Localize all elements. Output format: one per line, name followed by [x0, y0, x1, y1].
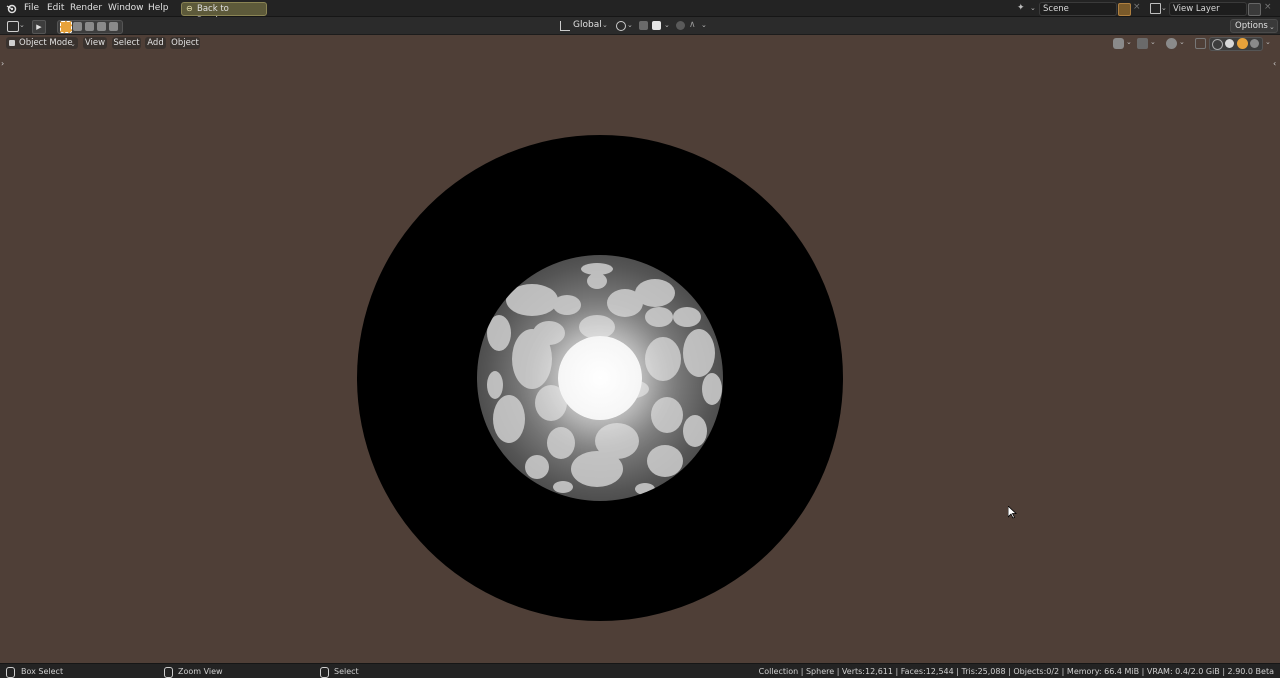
options-dropdown[interactable]: Options ⌄ [1230, 19, 1278, 33]
select-invert-icon[interactable] [97, 22, 106, 31]
right-mouse-icon [320, 667, 329, 678]
menu-window[interactable]: Window [108, 3, 144, 14]
blender-logo-icon[interactable] [6, 3, 17, 14]
select-set-icon[interactable] [60, 21, 72, 33]
editor-type-icon[interactable] [7, 21, 19, 32]
mode-chevron-down-icon: ⌄ [70, 40, 76, 48]
zoom-view-hint: Zoom View [178, 667, 223, 676]
middle-mouse-icon [164, 667, 173, 678]
visibility-chevron-down-icon: ⌄ [1126, 38, 1132, 46]
solid-shading-icon[interactable] [1225, 39, 1234, 48]
light-core [558, 336, 642, 420]
pivot-chevron-down-icon: ⌄ [627, 21, 633, 29]
view-layer-chevron-down-icon: ⌄ [1161, 4, 1167, 12]
editor-type-chevron-down-icon: ⌄ [19, 21, 25, 29]
gizmo-chevron-down-icon: ⌄ [1150, 38, 1156, 46]
select-intersect-icon[interactable] [109, 22, 118, 31]
proportional-editing-icon[interactable] [676, 21, 685, 30]
snap-icon[interactable] [639, 21, 648, 30]
object-mode-icon [9, 40, 15, 46]
select-extend-icon[interactable] [73, 22, 82, 31]
overlays-chevron-down-icon: ⌄ [1179, 38, 1185, 46]
selectability-visibility-icon[interactable] [1113, 38, 1124, 49]
orientation-chevron-down-icon: ⌄ [602, 21, 608, 29]
delete-view-layer-icon[interactable]: × [1264, 2, 1272, 12]
shading-mode-group [1209, 37, 1263, 51]
tool-settings-row: ⌄ ▶ Global ⌄ ⌄ ⌄ ∧ ⌄ Options ⌄ [0, 17, 1280, 35]
menu-edit[interactable]: Edit [47, 3, 64, 14]
delete-scene-icon[interactable]: × [1133, 2, 1141, 12]
transform-orientation-label[interactable]: Global [573, 20, 602, 30]
pivot-point-icon[interactable] [616, 21, 626, 31]
active-tool-icon[interactable]: ▶ [32, 20, 46, 34]
back-arrow-icon: ⊖ [186, 4, 193, 13]
snap-chevron-down-icon: ⌄ [664, 21, 670, 29]
falloff-icon[interactable]: ∧ [689, 20, 696, 30]
view-layer-name-field[interactable]: View Layer [1169, 2, 1247, 16]
object-menu[interactable]: Object [170, 37, 200, 49]
xray-icon[interactable] [1195, 38, 1206, 49]
overlays-icon[interactable] [1166, 38, 1177, 49]
box-select-hint: Box Select [21, 667, 64, 676]
menu-file[interactable]: File [24, 3, 39, 14]
select-menu[interactable]: Select [112, 37, 141, 49]
options-chevron-down-icon: ⌄ [1269, 23, 1275, 31]
shading-chevron-down-icon: ⌄ [1265, 38, 1271, 46]
falloff-chevron-down-icon: ⌄ [701, 21, 707, 29]
new-scene-icon[interactable] [1118, 3, 1131, 16]
material-preview-shading-icon[interactable] [1237, 38, 1248, 49]
top-bar: File Edit Render Window Help ⊖ Back to P… [0, 0, 1280, 26]
viewport-header: Object Mode ⌄ View Select Add Object ⌄ ⌄… [0, 35, 1280, 51]
sidebar-expand-arrow-icon[interactable]: ‹ [1273, 59, 1276, 68]
select-subtract-icon[interactable] [85, 22, 94, 31]
select-hint: Select [334, 667, 359, 676]
scene-chevron-down-icon: ⌄ [1030, 4, 1036, 12]
options-label: Options [1235, 21, 1268, 31]
menu-help[interactable]: Help [148, 3, 169, 14]
gizmo-icon[interactable] [1137, 38, 1148, 49]
transform-orientation-icon[interactable] [560, 21, 570, 31]
selection-mode-group [57, 20, 123, 34]
back-to-previous-button[interactable]: ⊖ Back to Previous [181, 2, 267, 26]
rendered-shading-icon[interactable] [1250, 39, 1259, 48]
wireframe-shading-icon[interactable] [1212, 39, 1223, 50]
scene-name-text: Scene [1043, 4, 1069, 14]
mouse-cursor-icon [1007, 505, 1018, 522]
add-menu[interactable]: Add [145, 37, 166, 49]
scene-name-field[interactable]: Scene [1039, 2, 1117, 16]
scene-icon[interactable]: ✦ [1017, 3, 1028, 14]
snap-target-icon[interactable] [652, 21, 661, 30]
menu-render[interactable]: Render [70, 3, 102, 14]
view-menu[interactable]: View [83, 37, 107, 49]
new-view-layer-icon[interactable] [1248, 3, 1261, 16]
object-mode-dropdown[interactable]: Object Mode ⌄ [6, 37, 78, 49]
view-layer-icon[interactable] [1150, 3, 1161, 14]
scene-statistics: Collection | Sphere | Verts:12,611 | Fac… [758, 667, 1274, 676]
status-bar: Box Select Zoom View Select Collection |… [0, 663, 1280, 678]
object-mode-label: Object Mode [19, 38, 73, 48]
toolbar-expand-arrow-icon[interactable]: › [1, 59, 4, 68]
view-layer-name-text: View Layer [1173, 4, 1220, 14]
left-mouse-icon [6, 667, 15, 678]
